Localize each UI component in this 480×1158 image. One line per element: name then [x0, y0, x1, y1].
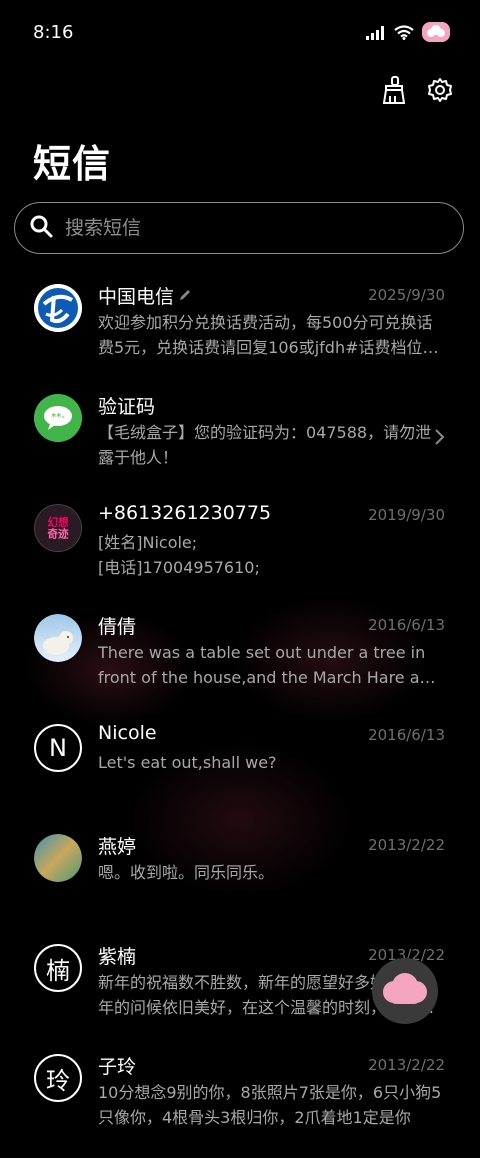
clean-button[interactable]: [380, 76, 408, 108]
conversation-preview: 【毛绒盒子】您的验证码为：047588，请勿泄露于他人！: [98, 423, 432, 467]
conversation-preview: [姓名]Nicole; [电话]17004957610;: [98, 533, 260, 577]
conversation-name: 燕婷: [98, 836, 137, 858]
message-bubble-avatar: **-: [34, 394, 82, 442]
avatar-letter: N: [49, 734, 67, 762]
broom-icon: [381, 76, 407, 108]
letter-avatar: 玲: [34, 1054, 82, 1102]
conversation-date: 2016/6/13: [368, 726, 445, 744]
conversation-preview: Let's eat out,shall we?: [98, 753, 277, 772]
cloud-badge-icon: [422, 22, 450, 46]
svg-text:奇迹: 奇迹: [47, 528, 69, 541]
settings-button[interactable]: [426, 78, 454, 106]
landscape-avatar: [34, 834, 82, 882]
signal-icon: [366, 25, 386, 44]
conversation-name: 验证码: [98, 396, 156, 418]
top-actions: [380, 76, 454, 108]
search-input[interactable]: [63, 216, 427, 240]
conversation-preview: 欢迎参加积分兑换话费活动，每500分可兑换话费5元，兑换话费请回复106或jfd…: [98, 313, 439, 357]
conversation-date: 2013/2/22: [368, 1056, 445, 1074]
conversation-name: 倩倩: [98, 616, 137, 638]
search-icon: [29, 214, 53, 242]
polar-bear-avatar: [34, 614, 82, 662]
telecom-logo-avatar: [34, 284, 82, 332]
pencil-icon: [178, 285, 192, 307]
conversation-item[interactable]: N Nicole 2016/6/13 Let's eat out,shall w…: [0, 718, 480, 828]
conversation-name: 紫楠: [98, 946, 137, 968]
conversation-date: 2016/6/13: [368, 616, 445, 634]
avatar-letter: 楠: [46, 956, 70, 985]
conversation-item[interactable]: 燕婷 2013/2/22 嗯。收到啦。同乐同乐。: [0, 828, 480, 938]
conversation-preview: 10分想念9别的你，8张照片7张是你，6只小狗5只像你，4根骨头3根归你，2爪着…: [98, 1083, 442, 1127]
gear-icon: [427, 77, 453, 107]
floating-action-button[interactable]: [372, 958, 438, 1024]
conversation-item[interactable]: 中国电信 2025/9/30 欢迎参加积分兑换话费活动，每500分可兑换话费5元…: [0, 278, 480, 388]
conversation-name: +8613261230775: [98, 502, 272, 524]
search-bar[interactable]: [14, 202, 464, 254]
wifi-icon: [394, 24, 414, 44]
svg-text:**-: **-: [51, 412, 65, 423]
status-icons: [366, 22, 450, 46]
page-title: 短信: [33, 142, 112, 186]
conversation-list: 中国电信 2025/9/30 欢迎参加积分兑换话费活动，每500分可兑换话费5元…: [0, 278, 480, 1158]
status-bar: 8:16: [0, 0, 480, 68]
svg-text:幻想: 幻想: [47, 516, 69, 529]
status-time: 8:16: [33, 22, 74, 43]
conversation-name: 子玲: [98, 1056, 137, 1078]
letter-avatar: 楠: [34, 944, 82, 992]
avatar-letter: 玲: [46, 1066, 70, 1095]
conversation-item[interactable]: **- 验证码 【毛绒盒子】您的验证码为：047588，请勿泄露于他人！: [0, 388, 480, 498]
conversation-date: 2013/2/22: [368, 836, 445, 854]
conversation-item[interactable]: 玲 子玲 2013/2/22 10分想念9别的你，8张照片7张是你，6只小狗5只…: [0, 1048, 480, 1158]
contact-photo-avatar: 幻想 奇迹: [34, 504, 82, 552]
cloud-icon: [380, 972, 430, 1010]
conversation-date: 2025/9/30: [368, 286, 445, 304]
conversation-item[interactable]: 倩倩 2016/6/13 There was a table set out u…: [0, 608, 480, 718]
conversation-name: Nicole: [98, 722, 157, 744]
conversation-item[interactable]: 幻想 奇迹 +8613261230775 2019/9/30 [姓名]Nicol…: [0, 498, 480, 608]
conversation-preview: 嗯。收到啦。同乐同乐。: [98, 863, 275, 882]
conversation-name: 中国电信: [98, 282, 192, 309]
conversation-preview: There was a table set out under a tree i…: [98, 643, 440, 687]
conversation-name-text: 中国电信: [98, 286, 175, 308]
letter-avatar: N: [34, 724, 82, 772]
chevron-right-icon[interactable]: [434, 428, 446, 450]
conversation-date: 2019/9/30: [368, 506, 445, 524]
